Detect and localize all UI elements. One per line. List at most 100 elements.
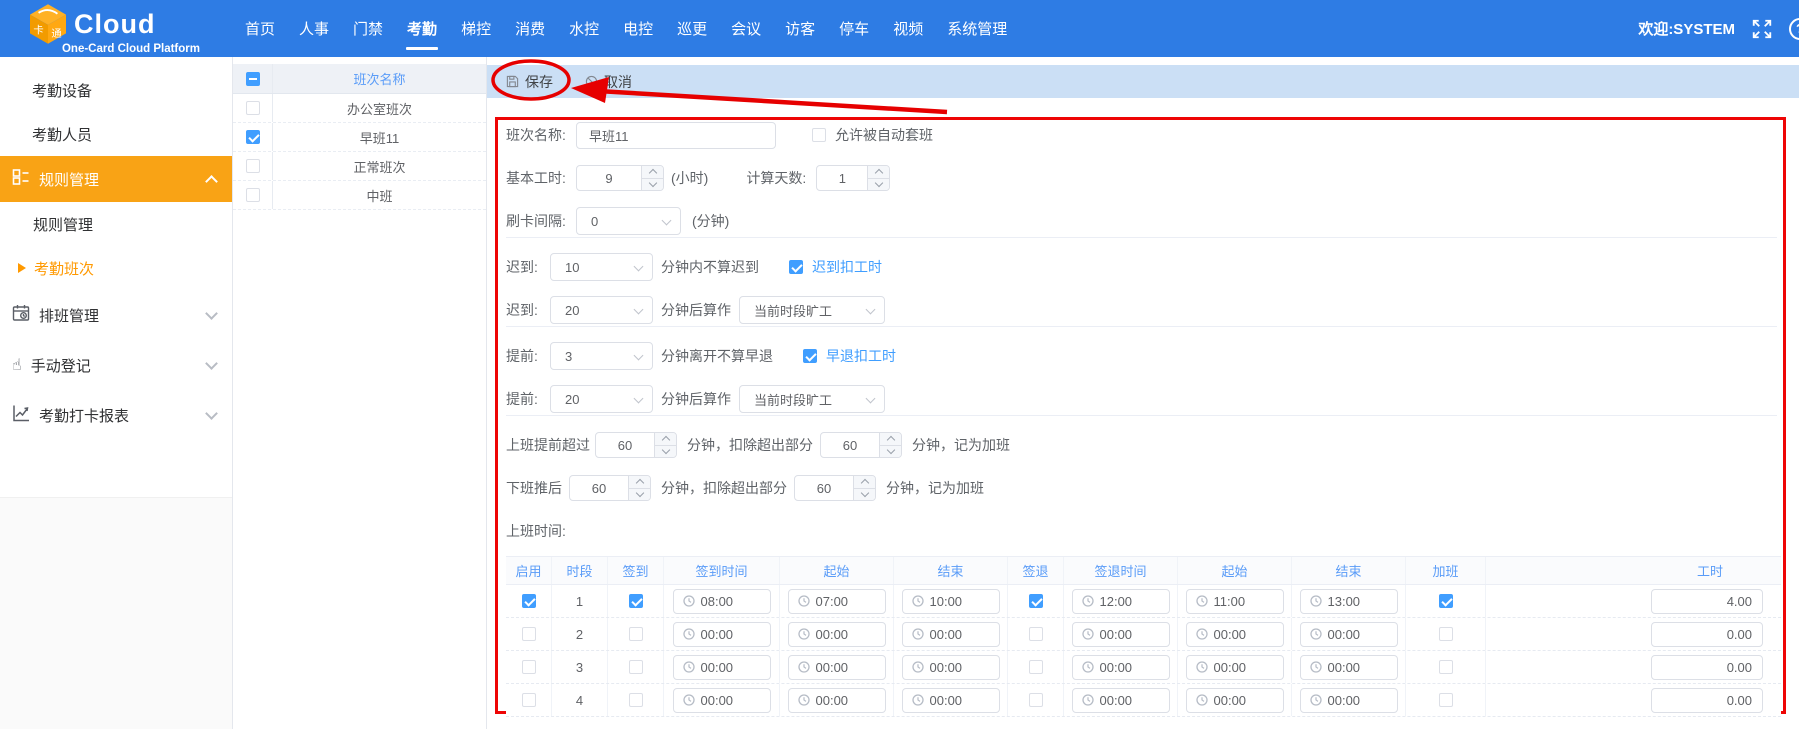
signout-checkbox[interactable] bbox=[1029, 594, 1043, 608]
enable-checkbox[interactable] bbox=[522, 693, 536, 707]
nav-item[interactable]: 会议 bbox=[730, 14, 762, 43]
spinner-up-icon[interactable] bbox=[868, 166, 889, 179]
save-button[interactable]: 保存 bbox=[506, 72, 553, 92]
signin-start-input[interactable]: 00:00 bbox=[788, 622, 886, 647]
spinner-control[interactable] bbox=[628, 476, 650, 500]
spinner-control[interactable] bbox=[853, 476, 875, 500]
nav-item[interactable]: 消费 bbox=[514, 14, 546, 43]
overtime-checkbox[interactable] bbox=[1439, 627, 1453, 641]
enable-checkbox[interactable] bbox=[522, 594, 536, 608]
overtime-checkbox[interactable] bbox=[1439, 660, 1453, 674]
signout-checkbox[interactable] bbox=[1029, 660, 1043, 674]
signout-end-input[interactable]: 00:00 bbox=[1300, 688, 1398, 713]
late-absent-select[interactable]: 20 bbox=[550, 296, 653, 324]
calc-days-input[interactable]: 1 bbox=[816, 165, 890, 191]
enable-checkbox[interactable] bbox=[522, 660, 536, 674]
nav-item[interactable]: 人事 bbox=[298, 14, 330, 43]
early-absent-select[interactable]: 20 bbox=[550, 385, 653, 413]
spinner-up-icon[interactable] bbox=[854, 476, 875, 489]
nav-item[interactable]: 电控 bbox=[622, 14, 654, 43]
overtime-checkbox[interactable] bbox=[1439, 693, 1453, 707]
overtime-after-threshold-input[interactable]: 60 bbox=[569, 475, 651, 501]
work-hours-input[interactable]: 0.00 bbox=[1651, 655, 1763, 680]
sidebar-item-考勤人员[interactable]: 考勤人员 bbox=[0, 112, 232, 156]
early-allow-select[interactable]: 3 bbox=[550, 342, 653, 370]
signin-time-input[interactable]: 00:00 bbox=[673, 688, 771, 713]
nav-item[interactable]: 系统管理 bbox=[946, 14, 1008, 43]
spinner-down-icon[interactable] bbox=[880, 446, 901, 458]
shift-list-row[interactable]: 正常班次 bbox=[233, 152, 486, 181]
sidebar-group-排班管理[interactable]: 排班管理 bbox=[0, 290, 232, 340]
nav-item[interactable]: 水控 bbox=[568, 14, 600, 43]
signin-time-input[interactable]: 00:00 bbox=[673, 655, 771, 680]
late-absent-type-select[interactable]: 当前时段旷工 bbox=[739, 296, 885, 324]
late-allow-select[interactable]: 10 bbox=[550, 253, 653, 281]
sidebar-item-考勤设备[interactable]: 考勤设备 bbox=[0, 68, 232, 112]
spinner-up-icon[interactable] bbox=[642, 166, 663, 179]
signout-time-input[interactable]: 12:00 bbox=[1072, 589, 1170, 614]
spinner-down-icon[interactable] bbox=[642, 179, 663, 191]
nav-item[interactable]: 视频 bbox=[892, 14, 924, 43]
spinner-down-icon[interactable] bbox=[629, 489, 650, 501]
late-deduct-checkbox[interactable] bbox=[789, 260, 803, 274]
signout-end-input[interactable]: 00:00 bbox=[1300, 622, 1398, 647]
shift-row-checkbox[interactable] bbox=[246, 130, 260, 144]
overtime-checkbox[interactable] bbox=[1439, 594, 1453, 608]
shift-list-row[interactable]: 中班 bbox=[233, 181, 486, 210]
signout-time-input[interactable]: 00:00 bbox=[1072, 655, 1170, 680]
cancel-button[interactable]: 取消 bbox=[585, 72, 632, 92]
overtime-before-deduct-input[interactable]: 60 bbox=[820, 432, 902, 458]
swipe-interval-select[interactable]: 0 bbox=[576, 207, 681, 235]
signin-end-input[interactable]: 10:00 bbox=[902, 589, 1000, 614]
help-icon[interactable]: ? bbox=[1789, 18, 1799, 40]
signout-time-input[interactable]: 00:00 bbox=[1072, 622, 1170, 647]
spinner-down-icon[interactable] bbox=[854, 489, 875, 501]
spinner-down-icon[interactable] bbox=[655, 446, 676, 458]
spinner-up-icon[interactable] bbox=[655, 433, 676, 446]
shift-row-checkbox[interactable] bbox=[246, 159, 260, 173]
overtime-before-threshold-input[interactable]: 60 bbox=[595, 432, 677, 458]
fullscreen-icon[interactable] bbox=[1751, 18, 1773, 40]
signin-checkbox[interactable] bbox=[629, 594, 643, 608]
signin-end-input[interactable]: 00:00 bbox=[902, 655, 1000, 680]
nav-item[interactable]: 停车 bbox=[838, 14, 870, 43]
spinner-up-icon[interactable] bbox=[880, 433, 901, 446]
spinner-control[interactable] bbox=[879, 433, 901, 457]
auto-assign-checkbox[interactable] bbox=[812, 128, 826, 142]
signout-start-input[interactable]: 00:00 bbox=[1186, 688, 1284, 713]
spinner-up-icon[interactable] bbox=[629, 476, 650, 489]
signout-checkbox[interactable] bbox=[1029, 627, 1043, 641]
signin-time-input[interactable]: 00:00 bbox=[673, 622, 771, 647]
overtime-after-deduct-input[interactable]: 60 bbox=[794, 475, 876, 501]
work-hours-input[interactable]: 0.00 bbox=[1651, 622, 1763, 647]
work-hours-input[interactable]: 0.00 bbox=[1651, 688, 1763, 713]
nav-item[interactable]: 访客 bbox=[784, 14, 816, 43]
signout-end-input[interactable]: 00:00 bbox=[1300, 655, 1398, 680]
base-hours-input[interactable]: 9 bbox=[576, 165, 664, 191]
nav-item[interactable]: 考勤 bbox=[406, 14, 438, 43]
signin-checkbox[interactable] bbox=[629, 693, 643, 707]
signin-start-input[interactable]: 00:00 bbox=[788, 688, 886, 713]
shift-row-checkbox[interactable] bbox=[246, 188, 260, 202]
sidebar-item-考勤班次[interactable]: 考勤班次 bbox=[0, 246, 232, 290]
sidebar-group-考勤打卡报表[interactable]: 考勤打卡报表 bbox=[0, 390, 232, 440]
signout-start-input[interactable]: 11:00 bbox=[1186, 589, 1284, 614]
signout-end-input[interactable]: 13:00 bbox=[1300, 589, 1398, 614]
spinner-control[interactable] bbox=[654, 433, 676, 457]
signin-start-input[interactable]: 00:00 bbox=[788, 655, 886, 680]
sidebar-item-规则管理[interactable]: 规则管理 bbox=[0, 202, 232, 246]
select-all-checkbox[interactable] bbox=[246, 72, 260, 86]
signout-time-input[interactable]: 00:00 bbox=[1072, 688, 1170, 713]
shift-list-row[interactable]: 早班11 bbox=[233, 123, 486, 152]
nav-item[interactable]: 首页 bbox=[244, 14, 276, 43]
signout-start-input[interactable]: 00:00 bbox=[1186, 655, 1284, 680]
shift-row-checkbox[interactable] bbox=[246, 101, 260, 115]
signin-end-input[interactable]: 00:00 bbox=[902, 688, 1000, 713]
spinner-control[interactable] bbox=[641, 166, 663, 190]
early-deduct-checkbox[interactable] bbox=[803, 349, 817, 363]
signout-start-input[interactable]: 00:00 bbox=[1186, 622, 1284, 647]
signin-checkbox[interactable] bbox=[629, 627, 643, 641]
signin-end-input[interactable]: 00:00 bbox=[902, 622, 1000, 647]
spinner-down-icon[interactable] bbox=[868, 179, 889, 191]
nav-item[interactable]: 门禁 bbox=[352, 14, 384, 43]
